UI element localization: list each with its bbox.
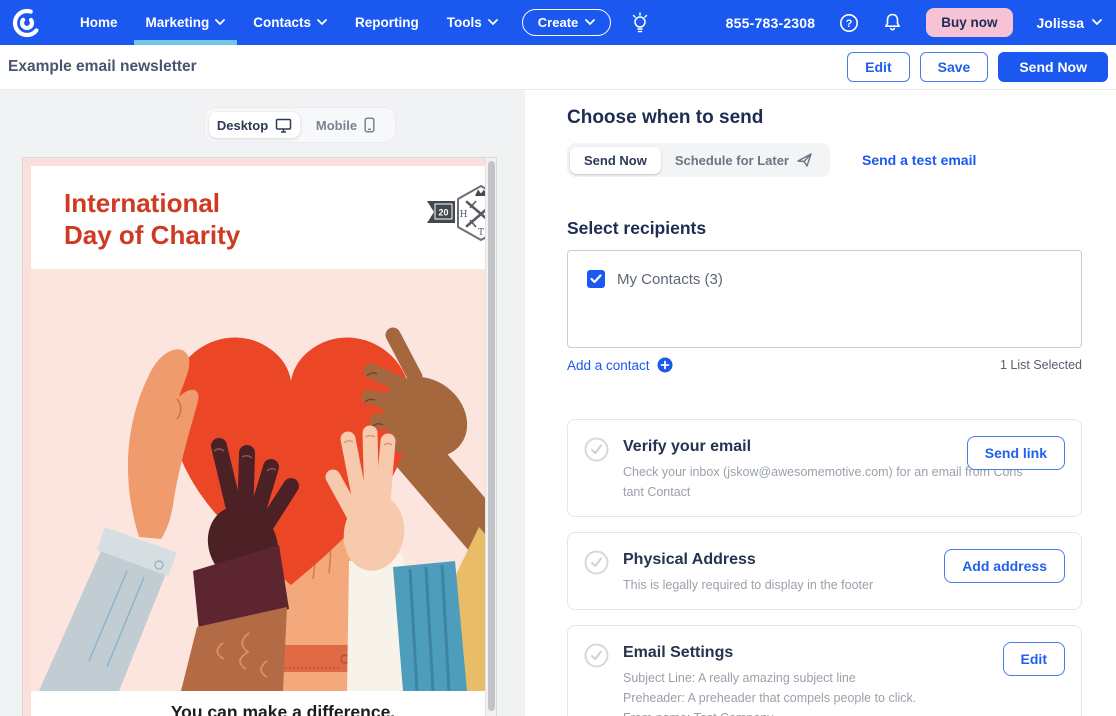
recipients-footer-row: Add a contact 1 List Selected xyxy=(567,357,1082,373)
card-body: Physical Address This is legally require… xyxy=(623,549,873,595)
page-title: Example email newsletter xyxy=(8,58,197,76)
header-actions: Edit Save Send Now xyxy=(847,52,1108,82)
nav-item-label: Marketing xyxy=(146,15,210,30)
nav-item-label: Reporting xyxy=(355,15,419,30)
device-preview-toggle: Desktop Mobile xyxy=(205,108,395,142)
nav-item-reporting[interactable]: Reporting xyxy=(341,0,433,45)
nav-item-label: Tools xyxy=(447,15,482,30)
circle-check-icon xyxy=(584,550,609,595)
card-description: Check your inbox (jskow@awesomemotive.co… xyxy=(623,462,1023,502)
send-now-tab-label: Send Now xyxy=(584,153,647,168)
lightbulb-icon[interactable] xyxy=(629,11,651,35)
subject-line: Subject Line: A really amazing subject l… xyxy=(623,668,973,688)
email-preview-card: International Day of Charity 20 xyxy=(22,157,497,716)
edit-settings-button[interactable]: Edit xyxy=(1003,642,1065,676)
card-body: Email Settings Subject Line: A really am… xyxy=(623,642,973,716)
svg-text:T: T xyxy=(478,228,484,238)
contact-list-row[interactable]: My Contacts (3) xyxy=(587,270,1081,288)
chevron-down-icon xyxy=(215,19,225,26)
card-title: Physical Address xyxy=(623,549,873,569)
user-name: Jolissa xyxy=(1037,15,1084,31)
card-body: Verify your email Check your inbox (jsko… xyxy=(623,436,1023,502)
select-recipients-heading: Select recipients xyxy=(567,218,1116,239)
nav-item-contacts[interactable]: Contacts xyxy=(239,0,341,45)
page-header: Example email newsletter Edit Save Send … xyxy=(0,45,1116,90)
add-contact-link[interactable]: Add a contact xyxy=(567,357,673,373)
help-icon[interactable]: ? xyxy=(839,13,859,33)
checklist-cards: Verify your email Check your inbox (jsko… xyxy=(567,419,1116,716)
physical-address-card: Physical Address This is legally require… xyxy=(567,532,1082,610)
email-preview-pane: Desktop Mobile xyxy=(0,90,525,716)
send-timing-row: Send Now Schedule for Later Send a test … xyxy=(567,143,1116,177)
preview-scrollbar[interactable] xyxy=(485,158,496,716)
card-title: Verify your email xyxy=(623,436,1023,456)
card-description: This is legally required to display in t… xyxy=(623,575,873,595)
choose-when-heading: Choose when to send xyxy=(567,107,1116,129)
svg-text:?: ? xyxy=(846,18,853,30)
mobile-toggle[interactable]: Mobile xyxy=(300,112,391,138)
top-nav: Home Marketing Contacts Reporting Tools … xyxy=(0,0,1116,45)
send-now-button[interactable]: Send Now xyxy=(998,52,1108,82)
nav-item-tools[interactable]: Tools xyxy=(433,0,512,45)
contact-list-label: My Contacts (3) xyxy=(617,271,723,288)
email-settings-card: Email Settings Subject Line: A really am… xyxy=(567,625,1082,716)
circle-check-icon xyxy=(584,643,609,716)
plus-circle-icon xyxy=(657,357,673,373)
preview-scrollbar-thumb[interactable] xyxy=(488,161,495,711)
main-content: Desktop Mobile xyxy=(0,90,1116,716)
add-address-button[interactable]: Add address xyxy=(944,549,1065,583)
recipients-list-box: My Contacts (3) xyxy=(567,250,1082,348)
email-content: International Day of Charity 20 xyxy=(23,166,497,716)
add-contact-label: Add a contact xyxy=(567,358,650,373)
edit-button[interactable]: Edit xyxy=(847,52,909,82)
nav-item-label: Contacts xyxy=(253,15,311,30)
contact-list-checkbox[interactable] xyxy=(587,270,605,288)
notifications-bell-icon[interactable] xyxy=(883,12,902,33)
card-settings-lines: Subject Line: A really amazing subject l… xyxy=(623,668,973,716)
mobile-toggle-label: Mobile xyxy=(316,118,357,133)
chevron-down-icon xyxy=(585,19,595,26)
schedule-tab-label: Schedule for Later xyxy=(675,153,789,168)
chevron-down-icon xyxy=(488,19,498,26)
nav-item-label: Home xyxy=(80,15,118,30)
buy-now-button[interactable]: Buy now xyxy=(926,8,1012,37)
email-footer-text: You can make a difference. xyxy=(31,691,497,716)
chevron-down-icon xyxy=(1092,19,1102,26)
from-name-line: From name: Test Company xyxy=(623,708,973,716)
user-menu[interactable]: Jolissa xyxy=(1037,15,1102,31)
chevron-down-icon xyxy=(317,19,327,26)
send-test-email-link[interactable]: Send a test email xyxy=(862,152,976,168)
constant-contact-logo-icon[interactable] xyxy=(10,6,44,40)
send-now-tab[interactable]: Send Now xyxy=(570,147,661,174)
lists-selected-count: 1 List Selected xyxy=(1000,358,1082,372)
svg-text:20: 20 xyxy=(438,208,448,218)
app-window: Home Marketing Contacts Reporting Tools … xyxy=(0,0,1116,716)
schedule-for-later-tab[interactable]: Schedule for Later xyxy=(661,146,827,174)
verify-email-card: Verify your email Check your inbox (jsko… xyxy=(567,419,1082,517)
card-title: Email Settings xyxy=(623,642,973,662)
nav-item-home[interactable]: Home xyxy=(66,0,132,45)
svg-text:H: H xyxy=(460,210,468,220)
email-header-block: International Day of Charity 20 xyxy=(31,166,497,269)
preheader-line: Preheader: A preheader that compels peop… xyxy=(623,688,973,708)
send-link-button[interactable]: Send link xyxy=(967,436,1065,470)
create-button[interactable]: Create xyxy=(522,9,611,36)
smartphone-icon xyxy=(364,117,375,133)
create-button-label: Create xyxy=(538,15,578,30)
paper-plane-icon xyxy=(796,152,813,168)
nav-item-marketing[interactable]: Marketing xyxy=(132,0,240,45)
support-phone-number: 855-783-2308 xyxy=(726,15,816,31)
send-timing-toggle: Send Now Schedule for Later xyxy=(567,143,830,177)
charity-hands-heart-illustration xyxy=(31,269,497,691)
nav-right-cluster: 855-783-2308 ? Buy now Jolissa xyxy=(726,8,1102,37)
circle-check-icon xyxy=(584,437,609,502)
save-button[interactable]: Save xyxy=(920,52,989,82)
monitor-icon xyxy=(275,118,292,133)
desktop-toggle[interactable]: Desktop xyxy=(209,112,300,138)
desktop-toggle-label: Desktop xyxy=(217,118,268,133)
send-options-pane: Choose when to send Send Now Schedule fo… xyxy=(525,90,1116,716)
